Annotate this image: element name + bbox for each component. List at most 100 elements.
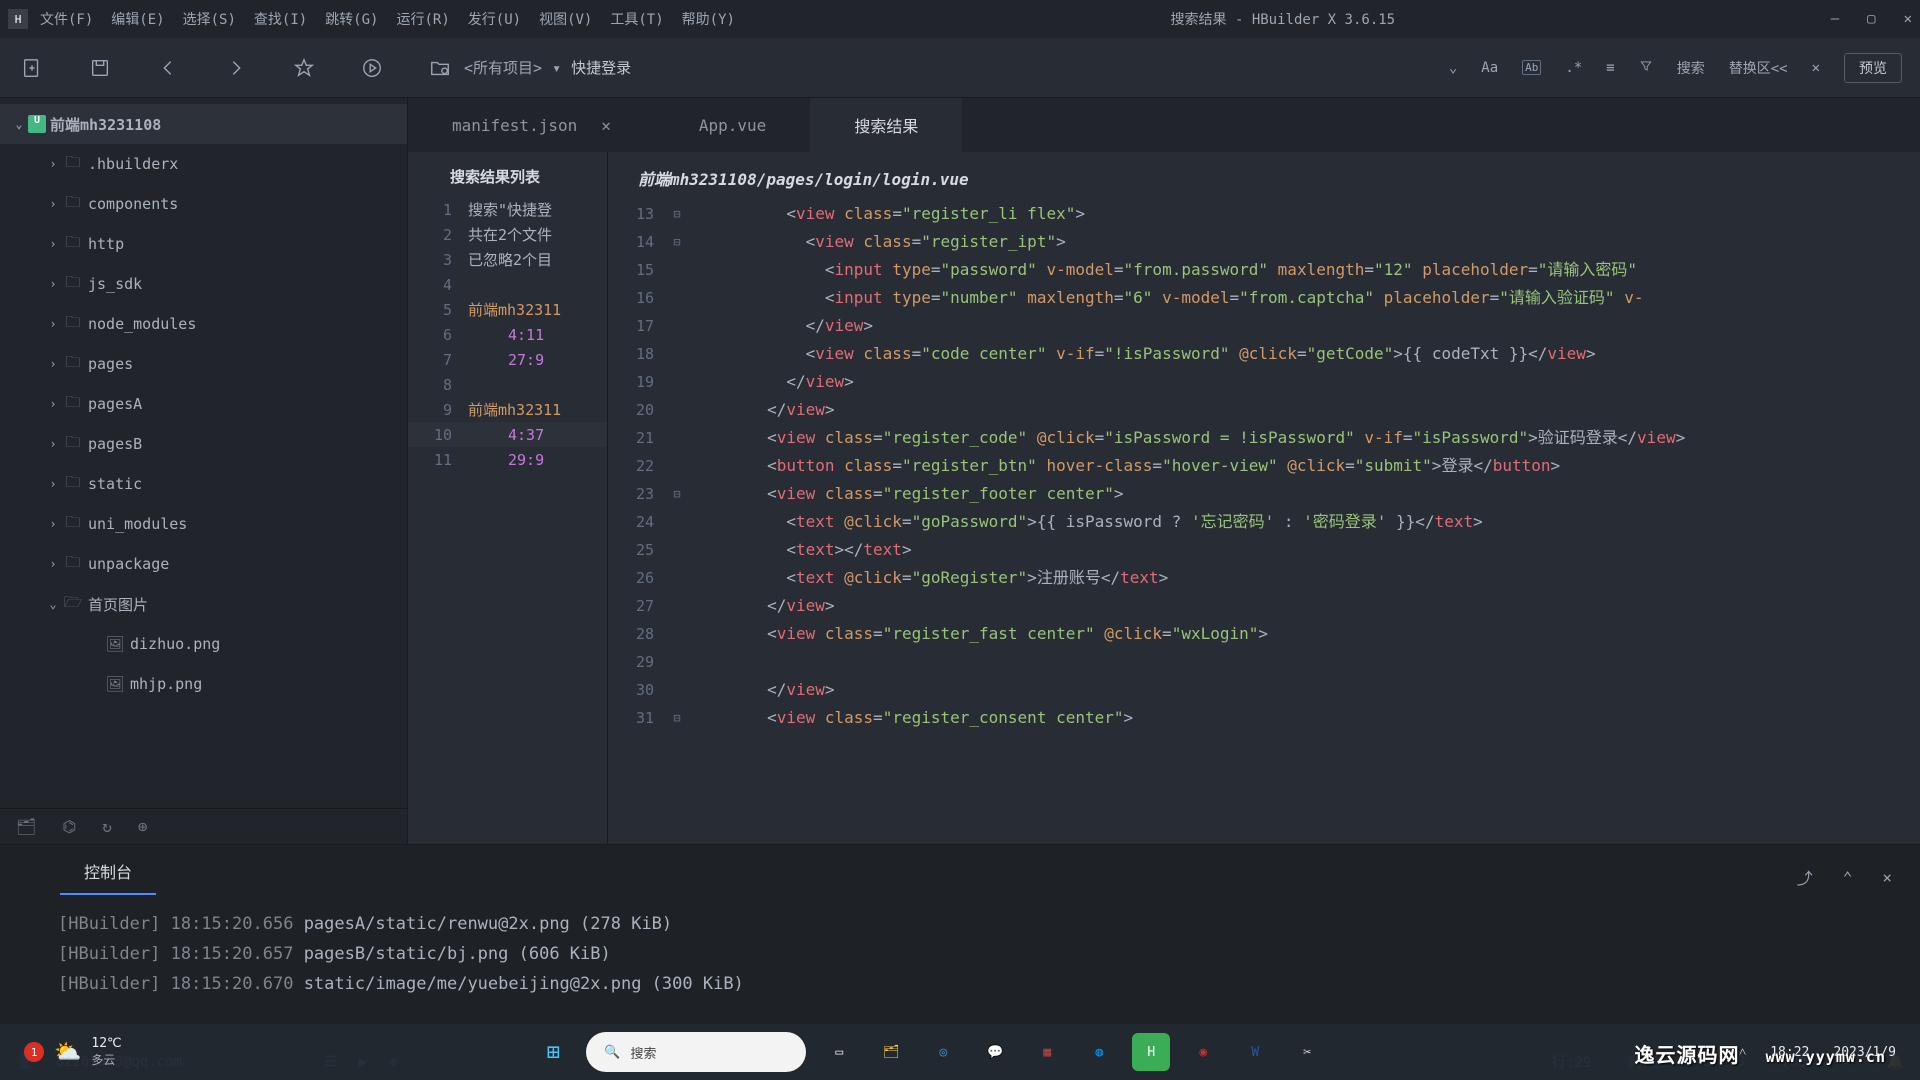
play-icon[interactable] bbox=[358, 54, 386, 82]
folder-item[interactable]: ›🗀components bbox=[0, 184, 407, 224]
menu-item[interactable]: 查找(I) bbox=[254, 9, 307, 29]
app-icon[interactable]: ◍ bbox=[1080, 1033, 1118, 1071]
filter-icon[interactable] bbox=[1639, 59, 1653, 77]
snip-icon[interactable]: ✂ bbox=[1288, 1033, 1326, 1071]
new-file-icon[interactable] bbox=[18, 54, 46, 82]
close-icon[interactable]: ✕ bbox=[1904, 11, 1912, 27]
menu-item[interactable]: 编辑(E) bbox=[111, 9, 164, 29]
forward-icon[interactable] bbox=[222, 54, 250, 82]
tab-close-icon[interactable]: ✕ bbox=[601, 116, 611, 135]
search-result-row[interactable]: 4 bbox=[408, 272, 607, 297]
save-icon[interactable] bbox=[86, 54, 114, 82]
start-icon[interactable]: ⊞ bbox=[534, 1033, 572, 1071]
tab-label: 搜索结果 bbox=[854, 113, 918, 137]
store-icon[interactable]: ▦ bbox=[1028, 1033, 1066, 1071]
dropdown-icon[interactable]: ▾ bbox=[552, 59, 561, 77]
tab-label: manifest.json bbox=[452, 116, 577, 135]
project-root[interactable]: ⌄ U 前端mh3231108 bbox=[0, 104, 407, 144]
console-panel: 控制台 ⤴ ⌃ ⨯ [HBuilder] 18:15:20.656 pagesA… bbox=[0, 844, 1920, 1044]
title-bar: H 文件(F)编辑(E)选择(S)查找(I)跳转(G)运行(R)发行(U)视图(… bbox=[0, 0, 1920, 38]
menu-item[interactable]: 发行(U) bbox=[468, 9, 521, 29]
search-result-row[interactable]: 727:9 bbox=[408, 347, 607, 372]
collapse-icon[interactable]: ⌃ bbox=[1843, 868, 1853, 887]
preview-button[interactable]: 预览 bbox=[1844, 53, 1902, 83]
menu-item[interactable]: 工具(T) bbox=[610, 9, 663, 29]
folder-label: unpackage bbox=[88, 555, 169, 573]
replace-button[interactable]: 替换区<< bbox=[1729, 58, 1788, 78]
folder-item[interactable]: ›🗀.hbuilderx bbox=[0, 144, 407, 184]
web-icon[interactable]: ⊕ bbox=[138, 817, 148, 836]
search-result-row[interactable]: 3已忽略2个目 bbox=[408, 247, 607, 272]
editor-tab[interactable]: App.vue bbox=[655, 98, 810, 152]
case-icon[interactable]: Aa bbox=[1481, 60, 1498, 76]
search-result-row[interactable]: 1129:9 bbox=[408, 447, 607, 472]
folder-open[interactable]: ⌄ 🗁 首页图片 bbox=[0, 584, 407, 624]
music-icon[interactable]: ◉ bbox=[1184, 1033, 1222, 1071]
folder-item[interactable]: ›🗀node_modules bbox=[0, 304, 407, 344]
editor-tab[interactable]: manifest.json ✕ bbox=[408, 98, 655, 152]
code-lines[interactable]: <view class="register_li flex"> <view cl… bbox=[690, 200, 1920, 844]
search-result-row[interactable]: 2共在2个文件 bbox=[408, 222, 607, 247]
folder-item[interactable]: ›🗀pages bbox=[0, 344, 407, 384]
code-editor[interactable]: 前端mh3231108/pages/login/login.vue 131415… bbox=[608, 152, 1920, 844]
console-tab[interactable]: 控制台 bbox=[60, 849, 156, 895]
search-scope-label[interactable]: <所有项目> bbox=[464, 57, 542, 78]
clear-console-icon[interactable]: ⨯ bbox=[1882, 868, 1892, 887]
export-icon[interactable]: ⤴ bbox=[1797, 865, 1813, 889]
menu-item[interactable]: 运行(R) bbox=[396, 9, 449, 29]
bug-icon[interactable]: ⌬ bbox=[62, 817, 76, 836]
folder-item[interactable]: ›🗀pagesA bbox=[0, 384, 407, 424]
menu-item[interactable]: 文件(F) bbox=[40, 9, 93, 29]
folder-item[interactable]: ›🗀pagesB bbox=[0, 424, 407, 464]
tab-label: App.vue bbox=[699, 116, 766, 135]
taskbar-weather[interactable]: 1 ⛅ 12℃ 多云 bbox=[24, 1036, 122, 1068]
search-query[interactable]: 快捷登录 bbox=[571, 57, 631, 78]
windows-taskbar[interactable]: 1 ⛅ 12℃ 多云 ⊞ 🔍 搜索 ▭ 🗂 ◎ 💬 ▦ ◍ H ◉ W ✂ ˄ … bbox=[0, 1024, 1920, 1080]
wechat-icon[interactable]: 💬 bbox=[976, 1033, 1014, 1071]
editor-tab[interactable]: 搜索结果 bbox=[810, 98, 962, 152]
close-search-icon[interactable]: ✕ bbox=[1812, 60, 1820, 76]
wholeword-icon[interactable]: Ab bbox=[1522, 60, 1541, 75]
explorer-icon[interactable]: 🗂 bbox=[872, 1033, 910, 1071]
file-tree[interactable]: ⌄ U 前端mh3231108 ›🗀.hbuilderx›🗀components… bbox=[0, 98, 407, 808]
regex-icon[interactable]: .* bbox=[1565, 60, 1582, 76]
search-result-row[interactable]: 9前端mh32311 bbox=[408, 397, 607, 422]
search-result-row[interactable]: 8 bbox=[408, 372, 607, 397]
folder-search-icon[interactable] bbox=[426, 54, 454, 82]
menu-item[interactable]: 帮助(Y) bbox=[682, 9, 735, 29]
chevron-right-icon: › bbox=[44, 517, 62, 531]
menu-lines-icon[interactable]: ≡ bbox=[1606, 60, 1614, 76]
folder-item[interactable]: ›🗀static bbox=[0, 464, 407, 504]
maximize-icon[interactable]: ▢ bbox=[1867, 11, 1875, 27]
menu-item[interactable]: 跳转(G) bbox=[325, 9, 378, 29]
folder-item[interactable]: ›🗀unpackage bbox=[0, 544, 407, 584]
menu-item[interactable]: 视图(V) bbox=[539, 9, 592, 29]
folder-icon[interactable]: 🗂 bbox=[16, 817, 36, 836]
file-item[interactable]: 🖼dizhuo.png bbox=[0, 624, 407, 664]
chevron-down-icon[interactable]: ⌄ bbox=[1449, 60, 1457, 76]
search-result-row[interactable]: 1搜索"快捷登 bbox=[408, 197, 607, 222]
result-line-num: 11 bbox=[408, 451, 468, 469]
taskview-icon[interactable]: ▭ bbox=[820, 1033, 858, 1071]
minimize-icon[interactable]: — bbox=[1831, 11, 1839, 27]
edge-icon[interactable]: ◎ bbox=[924, 1033, 962, 1071]
refresh-icon[interactable]: ↻ bbox=[102, 817, 112, 836]
search-results-panel: 搜索结果列表 1搜索"快捷登2共在2个文件3已忽略2个目45前端mh323116… bbox=[408, 152, 608, 844]
chevron-right-icon: › bbox=[44, 317, 62, 331]
folder-label: 首页图片 bbox=[88, 594, 148, 615]
folder-item[interactable]: ›🗀http bbox=[0, 224, 407, 264]
back-icon[interactable] bbox=[154, 54, 182, 82]
word-icon[interactable]: W bbox=[1236, 1033, 1274, 1071]
search-result-row[interactable]: 64:11 bbox=[408, 322, 607, 347]
folder-item[interactable]: ›🗀uni_modules bbox=[0, 504, 407, 544]
hbuilder-icon[interactable]: H bbox=[1132, 1033, 1170, 1071]
search-result-row[interactable]: 104:37 bbox=[408, 422, 607, 447]
menu-item[interactable]: 选择(S) bbox=[183, 9, 236, 29]
taskbar-search[interactable]: 🔍 搜索 bbox=[586, 1032, 806, 1072]
folder-item[interactable]: ›🗀js_sdk bbox=[0, 264, 407, 304]
find-button[interactable]: 搜索 bbox=[1677, 58, 1705, 78]
fold-gutter[interactable]: ⊟⊟⊟⊟ bbox=[664, 200, 690, 844]
file-item[interactable]: 🖼mhjp.png bbox=[0, 664, 407, 704]
search-result-row[interactable]: 5前端mh32311 bbox=[408, 297, 607, 322]
star-icon[interactable] bbox=[290, 54, 318, 82]
